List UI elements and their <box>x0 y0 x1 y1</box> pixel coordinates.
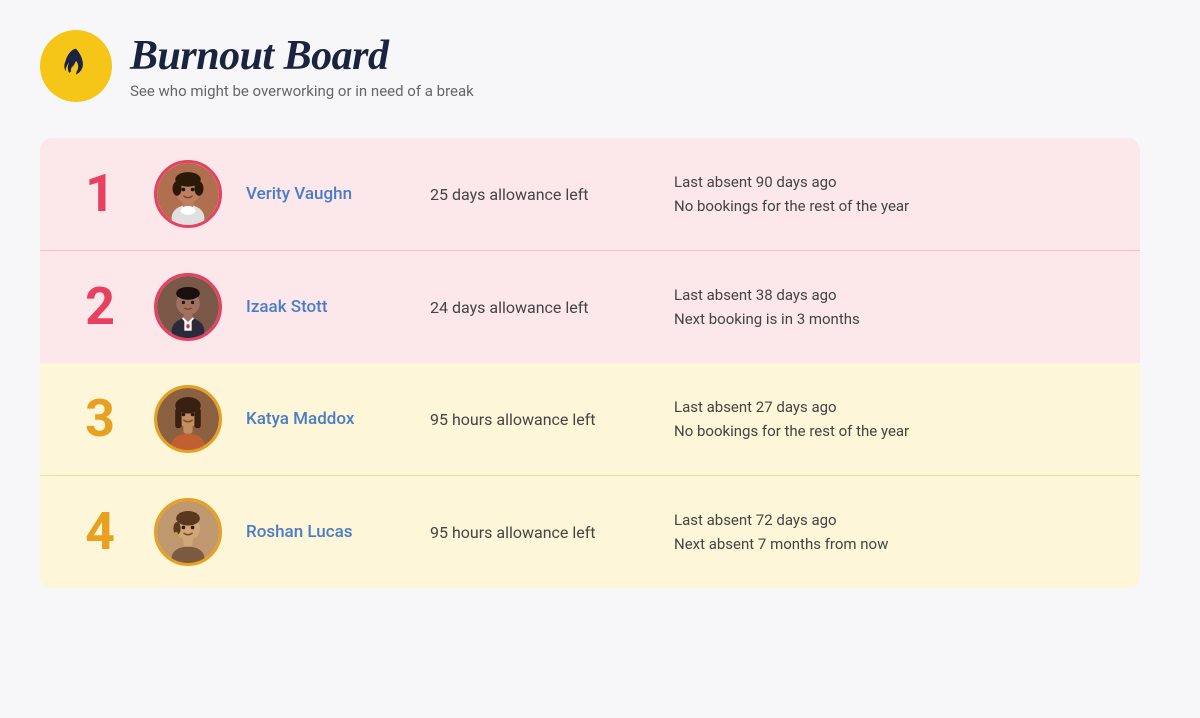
allowance-katya: 95 hours allowance left <box>430 410 650 429</box>
page-subtitle: See who might be overworking or in need … <box>130 82 474 100</box>
page-header: Burnout Board See who might be overworki… <box>40 30 1160 102</box>
allowance-verity: 25 days allowance left <box>430 185 650 204</box>
avatar-katya <box>154 385 222 453</box>
header-text: Burnout Board See who might be overworki… <box>130 32 474 100</box>
board-row: 1 <box>40 138 1140 251</box>
logo-circle <box>40 30 112 102</box>
allowance-roshan: 95 hours allowance left <box>430 523 650 542</box>
allowance-izaak: 24 days allowance left <box>430 298 650 317</box>
info-line2-verity: No bookings for the rest of the year <box>674 194 909 218</box>
rank-4: 4 <box>70 506 130 558</box>
info-roshan: Last absent 72 days ago Next absent 7 mo… <box>674 508 888 556</box>
rank-3: 3 <box>70 393 130 445</box>
info-line2-katya: No bookings for the rest of the year <box>674 419 909 443</box>
section-yellow: 3 <box>40 363 1140 588</box>
info-katya: Last absent 27 days ago No bookings for … <box>674 395 909 443</box>
rank-2: 2 <box>70 281 130 333</box>
info-line2-roshan: Next absent 7 months from now <box>674 532 888 556</box>
info-izaak: Last absent 38 days ago Next booking is … <box>674 283 860 331</box>
info-verity: Last absent 90 days ago No bookings for … <box>674 170 909 218</box>
info-line1-katya: Last absent 27 days ago <box>674 395 909 419</box>
name-roshan: Roshan Lucas <box>246 522 406 542</box>
avatar-verity <box>154 160 222 228</box>
board-row: 2 <box>40 251 1140 363</box>
rank-1: 1 <box>70 168 130 220</box>
board-row: 4 <box>40 476 1140 588</box>
page-title: Burnout Board <box>130 32 474 80</box>
info-line1-verity: Last absent 90 days ago <box>674 170 909 194</box>
flame-icon <box>57 47 95 85</box>
avatar-image-1 <box>157 163 219 225</box>
info-line1-izaak: Last absent 38 days ago <box>674 283 860 307</box>
board-row: 3 <box>40 363 1140 476</box>
name-katya: Katya Maddox <box>246 409 406 429</box>
name-izaak: Izaak Stott <box>246 297 406 317</box>
info-line1-roshan: Last absent 72 days ago <box>674 508 888 532</box>
info-line2-izaak: Next booking is in 3 months <box>674 307 860 331</box>
avatar-image-4 <box>157 501 219 563</box>
avatar-image-2 <box>157 276 219 338</box>
name-verity: Verity Vaughn <box>246 184 406 204</box>
avatar-izaak <box>154 273 222 341</box>
section-pink: 1 <box>40 138 1140 363</box>
burnout-board: 1 <box>40 138 1140 588</box>
avatar-roshan <box>154 498 222 566</box>
avatar-image-3 <box>157 388 219 450</box>
